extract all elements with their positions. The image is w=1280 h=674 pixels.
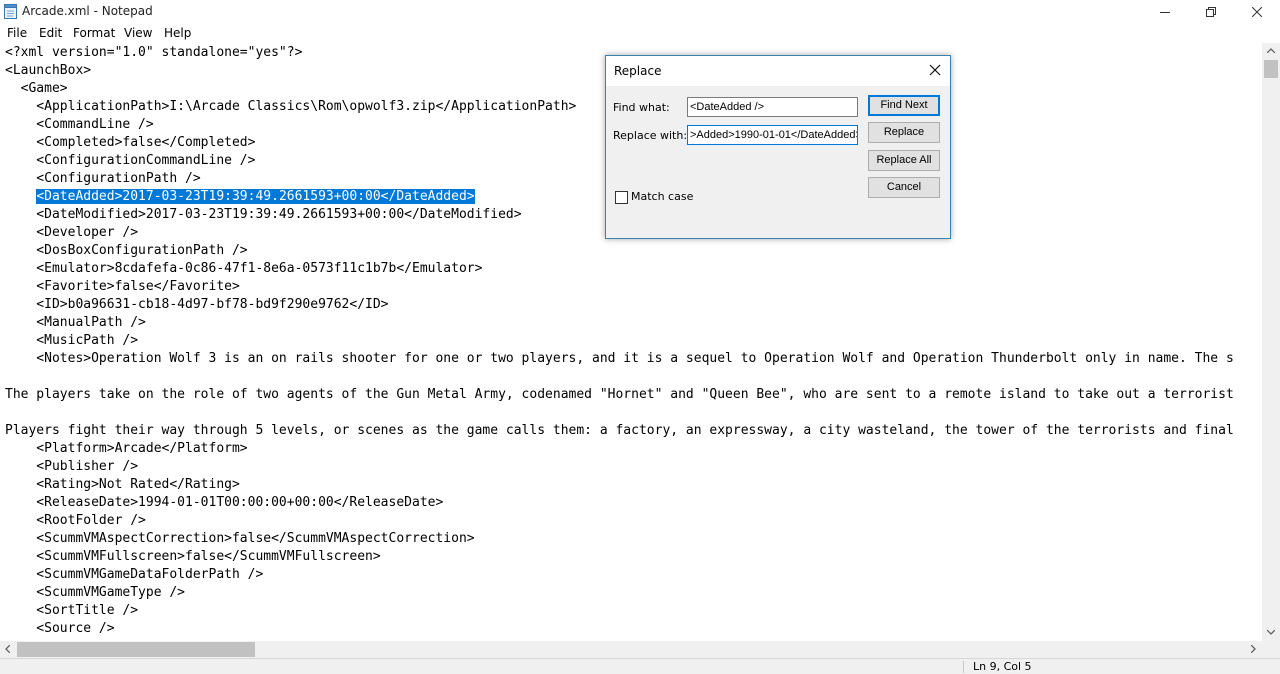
- menu-edit[interactable]: Edit: [39, 26, 62, 40]
- editor-line: <ScummVMAspectCorrection>false</ScummVMA…: [5, 531, 475, 546]
- editor-line: <Completed>false</Completed>: [5, 135, 256, 150]
- selected-line-indent: [5, 189, 36, 204]
- editor-line: <ManualPath />: [5, 315, 146, 330]
- menu-view[interactable]: View: [124, 26, 152, 40]
- editor-line: <ScummVMFullscreen>false</ScummVMFullscr…: [5, 549, 381, 564]
- scroll-right-icon[interactable]: [1251, 645, 1256, 653]
- editor-line: <CommandLine />: [5, 117, 154, 132]
- editor-line: <Source />: [5, 621, 115, 636]
- editor-line: <ReleaseDate>1994-01-01T00:00:00+00:00</…: [5, 495, 444, 510]
- editor-line: <RootFolder />: [5, 513, 146, 528]
- editor-line: <DateModified>2017-03-23T19:39:49.266159…: [5, 207, 522, 222]
- editor-line: <ConfigurationPath />: [5, 171, 201, 186]
- dialog-body: Find what: <DateAdded /> Replace with: >…: [606, 86, 950, 238]
- editor-line: <Favorite>false</Favorite>: [5, 279, 240, 294]
- replace-button[interactable]: Replace: [868, 122, 940, 143]
- title-bar: Arcade.xml - Notepad: [0, 0, 1280, 24]
- editor-line: <?xml version="1.0" standalone="yes"?>: [5, 45, 303, 60]
- find-next-button[interactable]: Find Next: [868, 95, 940, 116]
- menu-bar: File Edit Format View Help: [0, 24, 1280, 43]
- menu-help[interactable]: Help: [164, 26, 191, 40]
- menu-format[interactable]: Format: [73, 26, 115, 40]
- replace-with-label: Replace with:: [613, 129, 688, 142]
- vertical-scrollbar[interactable]: [1262, 43, 1280, 641]
- match-case-checkbox[interactable]: [615, 191, 628, 204]
- vertical-scroll-thumb[interactable]: [1264, 60, 1278, 78]
- editor-line: <Game>: [5, 81, 68, 96]
- close-button[interactable]: [1234, 0, 1280, 24]
- editor-line: <Platform>Arcade</Platform>: [5, 441, 248, 456]
- editor-line: <ID>b0a96631-cb18-4d97-bf78-bd9f290e9762…: [5, 297, 389, 312]
- find-what-label: Find what:: [613, 101, 670, 114]
- cancel-button[interactable]: Cancel: [868, 177, 940, 198]
- text-selection: <DateAdded>2017-03-23T19:39:49.2661593+0…: [36, 189, 475, 204]
- close-icon: [1252, 7, 1262, 17]
- minimize-button[interactable]: [1142, 0, 1188, 24]
- minimize-icon: [1160, 12, 1170, 13]
- maximize-button[interactable]: [1188, 0, 1234, 24]
- editor-line: Players fight their way through 5 levels…: [5, 423, 1234, 438]
- horizontal-scroll-thumb[interactable]: [17, 642, 255, 657]
- menu-file[interactable]: File: [7, 26, 27, 40]
- editor-line: <ApplicationPath>I:\Arcade Classics\Rom\…: [5, 99, 577, 114]
- editor-line: <Developer />: [5, 225, 139, 240]
- editor-line: <DosBoxConfigurationPath />: [5, 243, 248, 258]
- status-bar: Ln 9, Col 5: [0, 658, 1280, 674]
- editor-line: <SortTitle />: [5, 603, 139, 618]
- notepad-icon: [4, 4, 17, 19]
- editor-line: <MusicPath />: [5, 333, 139, 348]
- replace-dialog: Replace Find what: <DateAdded /> Replace…: [605, 55, 951, 239]
- editor-line: <ScummVMGameType />: [5, 585, 186, 600]
- match-case-label: Match case: [631, 190, 694, 203]
- dialog-close-icon[interactable]: [928, 63, 942, 77]
- scroll-up-icon[interactable]: [1267, 48, 1275, 53]
- scrollbar-corner: [1262, 641, 1280, 658]
- replace-all-button[interactable]: Replace All: [868, 150, 940, 171]
- editor-line: <ConfigurationCommandLine />: [5, 153, 256, 168]
- editor-line: <Emulator>8cdafefa-0c86-47f1-8e6a-0573f1…: [5, 261, 483, 276]
- scroll-left-icon[interactable]: [5, 645, 10, 653]
- editor-line: <Rating>Not Rated</Rating>: [5, 477, 240, 492]
- cursor-position: Ln 9, Col 5: [973, 660, 1032, 673]
- replace-with-input[interactable]: >Added>1990-01-01</DateAdded>: [687, 125, 858, 145]
- scroll-down-icon[interactable]: [1267, 630, 1275, 635]
- window-title: Arcade.xml - Notepad: [22, 4, 153, 18]
- editor-line: <Publisher />: [5, 459, 139, 474]
- restore-icon: [1206, 7, 1216, 17]
- status-divider: [963, 661, 964, 673]
- editor-line: <ScummVMGameDataFolderPath />: [5, 567, 264, 582]
- editor-line-selected: <DateAdded>2017-03-23T19:39:49.2661593+0…: [5, 188, 475, 206]
- find-what-input[interactable]: <DateAdded />: [687, 97, 858, 117]
- editor-line: <LaunchBox>: [5, 63, 92, 78]
- dialog-title: Replace: [614, 64, 662, 78]
- horizontal-scrollbar[interactable]: [0, 641, 1262, 658]
- editor-line: <Notes>Operation Wolf 3 is an on rails s…: [5, 351, 1234, 366]
- editor-line: The players take on the role of two agen…: [5, 387, 1234, 402]
